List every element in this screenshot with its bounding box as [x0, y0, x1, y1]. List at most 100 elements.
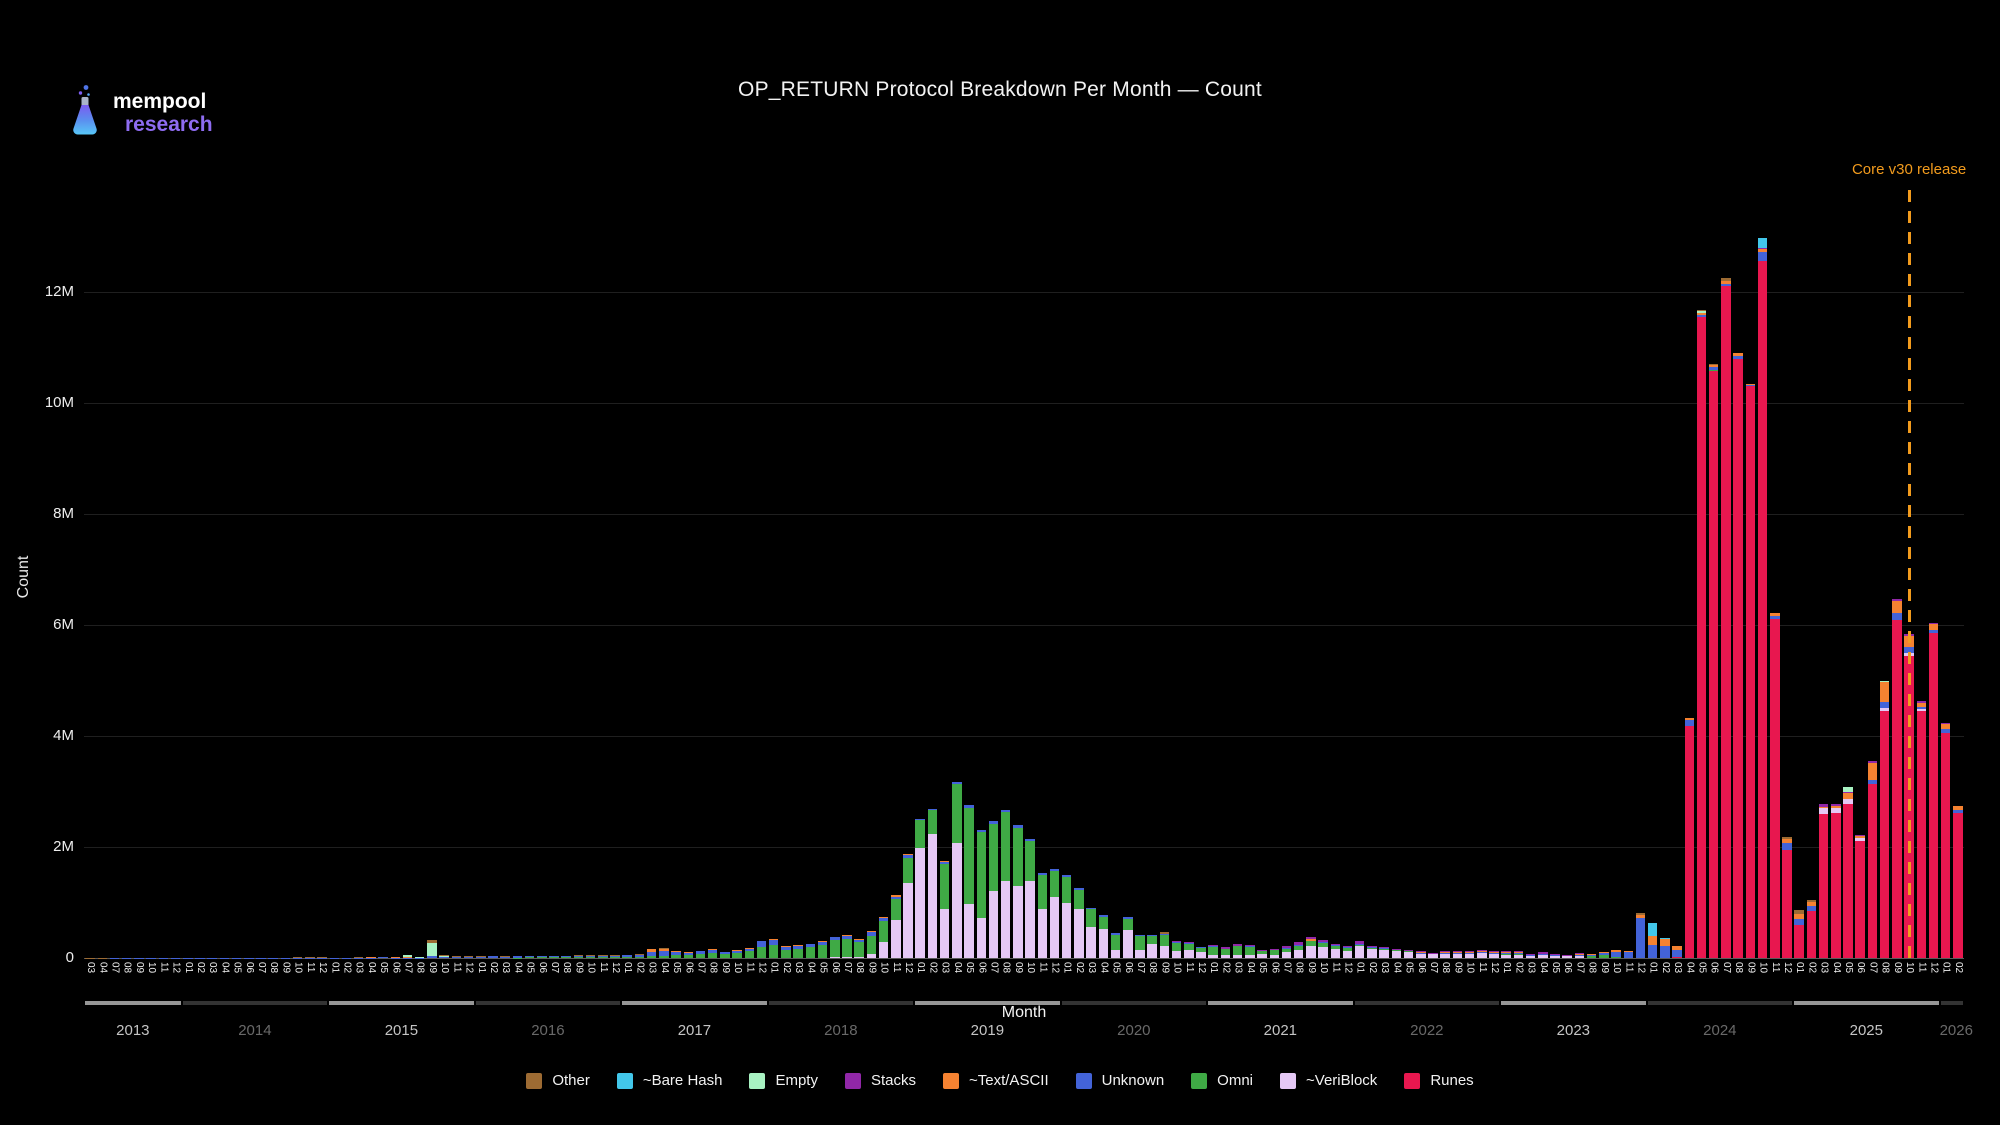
bar-2016-06[interactable]	[537, 956, 547, 958]
bar-2025-11[interactable]	[1917, 701, 1927, 958]
bar-2024-09[interactable]	[1746, 384, 1756, 958]
bar-2024-03[interactable]	[1672, 946, 1682, 958]
bar-2017-11[interactable]	[745, 948, 755, 958]
bar-2025-04[interactable]	[1831, 804, 1841, 958]
bar-2018-05[interactable]	[818, 941, 828, 958]
bar-2016-11[interactable]	[598, 955, 608, 958]
bar-2022-05[interactable]	[1404, 950, 1414, 958]
bar-2023-01[interactable]	[1501, 951, 1511, 958]
bar-2023-04[interactable]	[1538, 952, 1548, 958]
bar-2019-11[interactable]	[1038, 873, 1048, 958]
bar-2025-01[interactable]	[1794, 910, 1804, 958]
bar-2017-02[interactable]	[635, 954, 645, 958]
bar-2025-12[interactable]	[1929, 623, 1939, 958]
bar-2017-06[interactable]	[684, 952, 694, 958]
bar-2023-03[interactable]	[1526, 954, 1536, 958]
bar-2016-09[interactable]	[574, 955, 584, 958]
bar-2022-02[interactable]	[1367, 946, 1377, 958]
bar-2015-11[interactable]	[452, 956, 462, 958]
bar-2020-03[interactable]	[1086, 908, 1096, 958]
bar-2018-06[interactable]	[830, 937, 840, 958]
bar-2015-06[interactable]	[391, 957, 401, 958]
bar-2015-04[interactable]	[366, 957, 376, 958]
bar-2019-04[interactable]	[952, 782, 962, 958]
bar-2017-05[interactable]	[671, 951, 681, 958]
bar-2021-11[interactable]	[1331, 944, 1341, 958]
bar-2025-06[interactable]	[1855, 835, 1865, 958]
bar-2026-02[interactable]	[1953, 806, 1963, 958]
bar-2023-02[interactable]	[1514, 951, 1524, 958]
bar-2022-07[interactable]	[1428, 953, 1438, 958]
bar-2021-02[interactable]	[1221, 947, 1231, 958]
legend-item-empty[interactable]: Empty	[749, 1072, 818, 1089]
bar-2021-10[interactable]	[1318, 940, 1328, 958]
bar-2021-05[interactable]	[1257, 950, 1267, 958]
bar-2021-03[interactable]	[1233, 944, 1243, 958]
bar-2019-03[interactable]	[940, 861, 950, 958]
bar-2024-05[interactable]	[1697, 310, 1707, 958]
bar-2023-11[interactable]	[1624, 951, 1634, 958]
bar-2019-01[interactable]	[915, 819, 925, 958]
bar-2015-09[interactable]	[427, 940, 437, 958]
bar-2021-12[interactable]	[1343, 946, 1353, 958]
bar-2018-04[interactable]	[806, 944, 816, 958]
bar-2021-06[interactable]	[1270, 949, 1280, 958]
bar-2015-10[interactable]	[439, 955, 449, 958]
bar-2016-08[interactable]	[561, 956, 571, 958]
bar-2023-09[interactable]	[1599, 952, 1609, 958]
legend-item-text[interactable]: ~Text/ASCII	[943, 1072, 1049, 1089]
bar-2018-10[interactable]	[879, 917, 889, 958]
bar-2024-07[interactable]	[1721, 278, 1731, 958]
bar-2019-10[interactable]	[1025, 839, 1035, 958]
bar-2024-06[interactable]	[1709, 364, 1719, 958]
bar-2016-03[interactable]	[500, 956, 510, 958]
bar-2025-03[interactable]	[1819, 804, 1829, 958]
bar-2024-01[interactable]	[1648, 923, 1658, 958]
bar-2022-12[interactable]	[1489, 951, 1499, 958]
bar-2023-06[interactable]	[1562, 955, 1572, 958]
bar-2019-08[interactable]	[1001, 810, 1011, 958]
bar-2024-08[interactable]	[1733, 353, 1743, 958]
bar-2017-04[interactable]	[659, 948, 669, 958]
bar-2024-02[interactable]	[1660, 938, 1670, 958]
legend-item-other[interactable]: Other	[526, 1072, 590, 1089]
bar-2026-01[interactable]	[1941, 723, 1951, 958]
bar-2018-03[interactable]	[793, 945, 803, 958]
bar-2020-04[interactable]	[1099, 915, 1109, 958]
bar-2023-12[interactable]	[1636, 913, 1646, 958]
legend-item-runes[interactable]: Runes	[1404, 1072, 1473, 1089]
bar-2019-06[interactable]	[977, 830, 987, 958]
bar-2021-07[interactable]	[1282, 946, 1292, 958]
bar-2025-07[interactable]	[1868, 761, 1878, 958]
bar-2022-08[interactable]	[1440, 951, 1450, 958]
bar-2016-07[interactable]	[549, 956, 559, 958]
bar-2023-10[interactable]	[1611, 950, 1621, 958]
bar-2021-09[interactable]	[1306, 937, 1316, 958]
bar-2025-02[interactable]	[1807, 900, 1817, 958]
bar-2020-02[interactable]	[1074, 888, 1084, 958]
bar-2020-08[interactable]	[1147, 935, 1157, 958]
bar-2021-01[interactable]	[1208, 945, 1218, 958]
legend-item-stacks[interactable]: Stacks	[845, 1072, 916, 1089]
bar-2015-08[interactable]	[415, 957, 425, 958]
bar-2017-12[interactable]	[757, 941, 767, 958]
bar-2020-06[interactable]	[1123, 917, 1133, 958]
bar-2014-12[interactable]	[317, 957, 327, 958]
bar-2015-03[interactable]	[354, 957, 364, 958]
bar-2019-02[interactable]	[928, 809, 938, 958]
bar-2020-12[interactable]	[1196, 947, 1206, 958]
bar-2022-06[interactable]	[1416, 951, 1426, 958]
bar-2024-12[interactable]	[1782, 837, 1792, 958]
bar-2021-04[interactable]	[1245, 945, 1255, 958]
bar-2016-10[interactable]	[586, 955, 596, 958]
bar-2024-11[interactable]	[1770, 613, 1780, 958]
legend-item-bare[interactable]: ~Bare Hash	[617, 1072, 723, 1089]
bar-2023-08[interactable]	[1587, 954, 1597, 958]
bar-2020-05[interactable]	[1111, 933, 1121, 958]
bar-2017-08[interactable]	[708, 949, 718, 958]
bar-2020-10[interactable]	[1172, 941, 1182, 958]
bar-2024-10[interactable]	[1758, 238, 1768, 958]
bar-2015-12[interactable]	[464, 956, 474, 958]
bar-2025-09[interactable]	[1892, 599, 1902, 958]
bar-2018-07[interactable]	[842, 935, 852, 958]
